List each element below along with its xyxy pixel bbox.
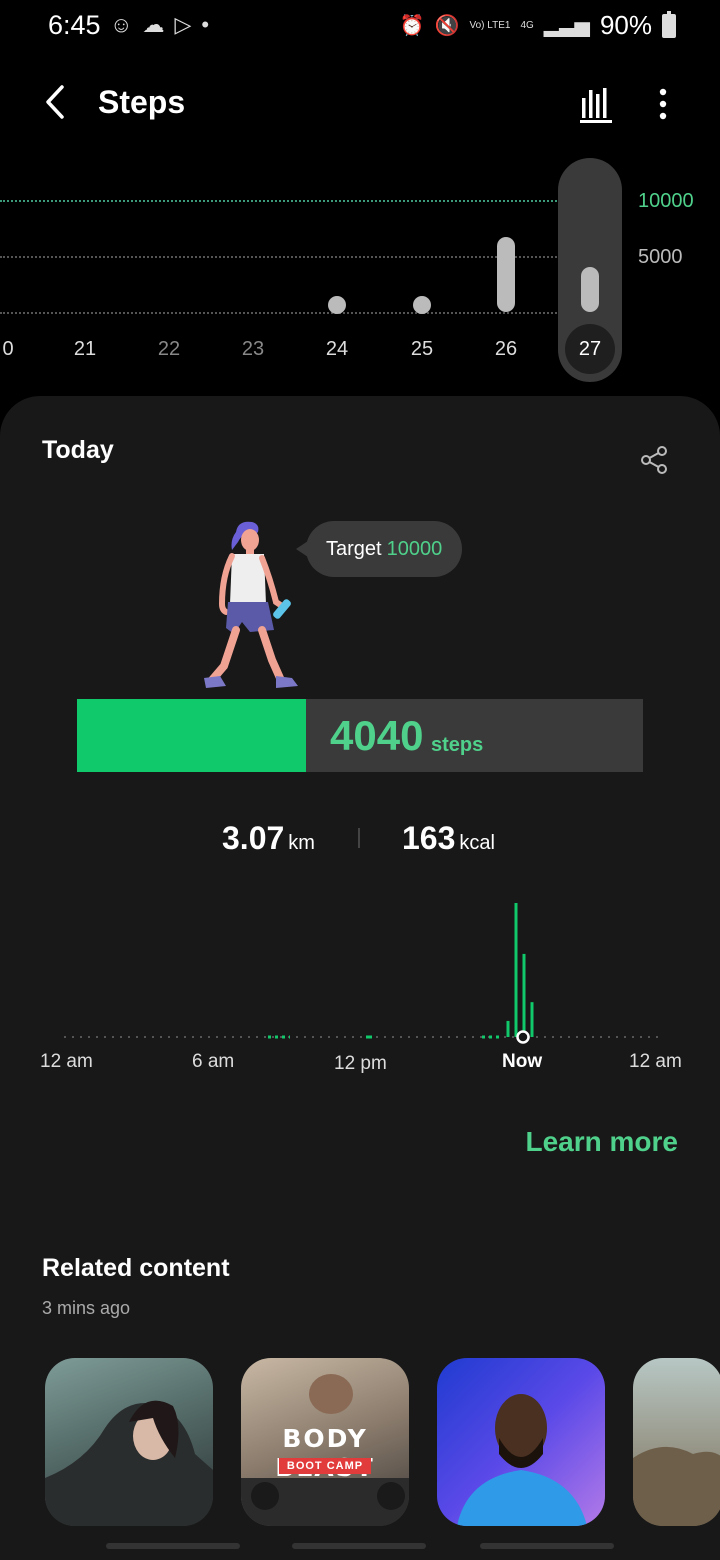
now-marker (516, 1030, 530, 1044)
day-dot-24 (328, 296, 346, 314)
hourly-bar-0 (506, 1020, 510, 1037)
mute-icon: 🔇 (434, 15, 460, 37)
related-content-title: Related content (42, 1254, 230, 1282)
workout-subtitle-text: BOOT CAMP (278, 1458, 372, 1474)
learn-more-link[interactable]: Learn more (526, 1126, 679, 1158)
bottom-scroll-indicators (0, 1543, 720, 1551)
app-bar: Steps (0, 72, 720, 136)
volte-label: Vo) LTE1 (469, 19, 511, 31)
related-thumbnail-1[interactable] (45, 1358, 213, 1526)
mid-gridline (0, 256, 560, 258)
goal-gridline (0, 200, 560, 202)
target-value: 10000 (386, 537, 443, 560)
bar-chart-icon[interactable] (576, 84, 616, 124)
indicator-1 (106, 1543, 240, 1549)
distance-stat: 3.07 km (222, 820, 315, 857)
target-label: Target (326, 537, 382, 560)
day-label-25[interactable]: 25 (402, 338, 442, 361)
day-label-27[interactable]: 27 (565, 324, 615, 374)
status-time: 6:45 (48, 10, 101, 40)
time-label-end: 12 am (629, 1051, 682, 1072)
today-title: Today (42, 436, 114, 464)
hourly-bar-2 (522, 953, 526, 1037)
day-label-26[interactable]: 26 (486, 338, 526, 361)
alarm-icon: ⏰ (399, 15, 425, 37)
distance-value: 3.07 (222, 820, 285, 856)
target-tooltip: Target 10000 (295, 521, 463, 577)
weekly-steps-chart[interactable]: 10000 5000 0 21 22 23 24 25 26 27 (0, 150, 720, 390)
workout-subtitle: BOOT CAMP (241, 1456, 409, 1474)
back-arrow-icon[interactable] (36, 82, 76, 122)
today-card: Today Target 10000 4040 steps 3.07 km 163… (0, 396, 720, 1560)
dot-icon: • (201, 12, 210, 37)
man-portrait-image (457, 1394, 587, 1526)
network-type-label: 4G (520, 19, 534, 31)
share-icon[interactable] (638, 444, 670, 476)
battery-icon (662, 10, 676, 38)
walking-person-illustration (204, 521, 298, 688)
woman-portrait-image (45, 1400, 213, 1526)
day-bar-26 (497, 236, 515, 312)
time-label-now: Now (502, 1051, 543, 1072)
calories-value: 163 (402, 820, 456, 856)
day-label-23[interactable]: 23 (233, 338, 273, 361)
signal-icon: ▂▃▅ (543, 15, 590, 37)
hourly-bars (506, 903, 534, 1037)
related-thumbnail-2[interactable]: BODY BLAST BOOT CAMP (241, 1358, 409, 1526)
calories-unit: kcal (459, 832, 495, 854)
system-icons: ⏰ 🔇 Vo) LTE1 4G ▂▃▅ 90% (400, 10, 676, 41)
hourly-steps-chart[interactable]: 12 am 6 am 12 pm Now 12 am (40, 896, 690, 1086)
snapchat-icon: ☁ (142, 12, 165, 37)
day-label-24[interactable]: 24 (317, 338, 357, 361)
steps-progress-fill (77, 699, 306, 772)
stat-divider (358, 828, 360, 848)
mid-axis-label: 5000 (638, 246, 683, 268)
landscape-image (633, 1446, 720, 1526)
time-label-start: 12 am (40, 1051, 93, 1072)
hourly-steps-plot (64, 903, 660, 1044)
hourly-bar-3 (530, 1002, 534, 1037)
goal-axis-label: 10000 (638, 190, 694, 212)
related-thumbnail-4[interactable] (633, 1358, 720, 1526)
base-gridline (0, 312, 560, 314)
day-bar-27 (581, 266, 599, 312)
status-bar: 6:45 ☺ ☁ ▷ • ⏰ 🔇 Vo) LTE1 4G ▂▃▅ 90% (0, 0, 720, 52)
indicator-3 (480, 1543, 614, 1549)
play-store-icon: ▷ (174, 12, 192, 37)
battery-percent: 90% (599, 10, 652, 40)
page-title: Steps (98, 84, 186, 120)
related-content-updated: 3 mins ago (42, 1298, 131, 1318)
more-options-icon[interactable] (648, 84, 678, 124)
notification-icons: ☺ ☁ ▷ • (110, 12, 209, 38)
accessibility-icon: ☺ (110, 12, 133, 37)
distance-unit: km (288, 832, 315, 854)
related-thumbnail-3[interactable] (437, 1358, 605, 1526)
time-label-6am: 6 am (192, 1051, 235, 1072)
indicator-2 (292, 1543, 426, 1549)
steps-unit: steps (431, 734, 484, 756)
steps-count: 4040 (330, 712, 424, 759)
day-label-22[interactable]: 22 (149, 338, 189, 361)
day-label-0[interactable]: 0 (0, 338, 28, 361)
hourly-bar-1 (514, 903, 518, 1037)
calories-stat: 163 kcal (402, 820, 495, 857)
day-dot-25 (413, 296, 431, 314)
day-label-21[interactable]: 21 (65, 338, 105, 361)
time-label-12pm: 12 pm (334, 1053, 387, 1074)
